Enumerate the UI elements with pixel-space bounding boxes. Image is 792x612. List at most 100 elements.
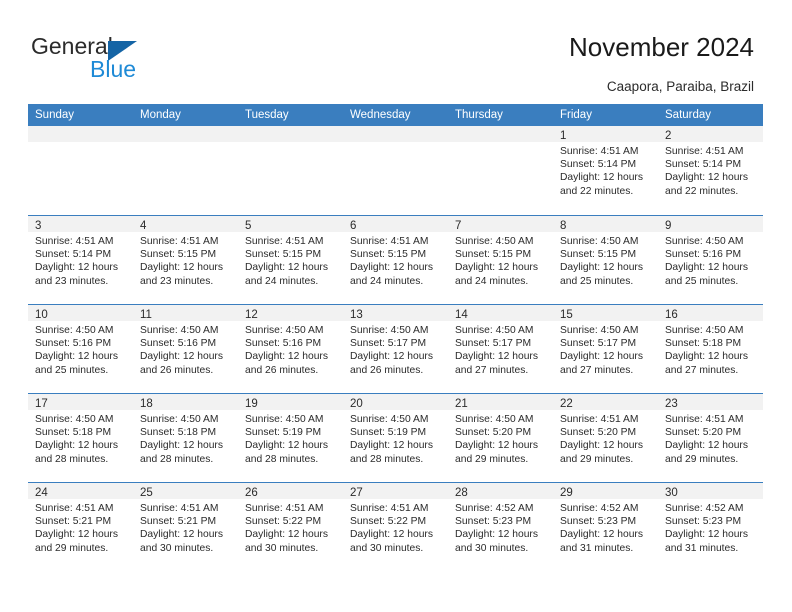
sunset-text: Sunset: 5:23 PM bbox=[665, 516, 742, 528]
calendar-day-cell[interactable]: 30 Sunrise: 4:52 AM Sunset: 5:23 PM Dayligh… bbox=[658, 483, 763, 571]
calendar-day-cell[interactable]: 18 Sunrise: 4:50 AM Sunset: 5:18 PM Dayligh… bbox=[133, 394, 238, 482]
day-number: 21 bbox=[455, 398, 468, 410]
general-blue-logo[interactable]: General Blue bbox=[31, 33, 231, 85]
sunrise-text: Sunrise: 4:50 AM bbox=[560, 236, 639, 247]
day-details: Sunrise: 4:50 AM Sunset: 5:20 PM Daylight:… bbox=[448, 410, 553, 466]
day-number-band: 11 bbox=[133, 305, 238, 321]
sunrise-text: Sunrise: 4:51 AM bbox=[665, 414, 744, 425]
calendar-day-cell[interactable]: 25 Sunrise: 4:51 AM Sunset: 5:21 PM Dayligh… bbox=[133, 483, 238, 571]
day-number-band: 15 bbox=[553, 305, 658, 321]
day-number: 26 bbox=[245, 487, 258, 499]
calendar-day-cell[interactable]: 16 Sunrise: 4:50 AM Sunset: 5:18 PM Dayligh… bbox=[658, 305, 763, 393]
calendar-day-cell[interactable]: 28 Sunrise: 4:52 AM Sunset: 5:23 PM Dayligh… bbox=[448, 483, 553, 571]
calendar-day-cell[interactable]: 27 Sunrise: 4:51 AM Sunset: 5:22 PM Dayligh… bbox=[343, 483, 448, 571]
day-details: Sunrise: 4:52 AM Sunset: 5:23 PM Daylight:… bbox=[553, 499, 658, 555]
calendar-day-cell[interactable]: 11 Sunrise: 4:50 AM Sunset: 5:16 PM Dayligh… bbox=[133, 305, 238, 393]
calendar-day-cell[interactable]: 9 Sunrise: 4:50 AM Sunset: 5:16 PM Daylight… bbox=[658, 216, 763, 304]
day-details: Sunrise: 4:51 AM Sunset: 5:20 PM Daylight:… bbox=[658, 410, 763, 466]
calendar-day-cell[interactable]: 7 Sunrise: 4:50 AM Sunset: 5:15 PM Daylight… bbox=[448, 216, 553, 304]
daylight-text-line2: and 27 minutes. bbox=[665, 364, 739, 376]
sunrise-text: Sunrise: 4:51 AM bbox=[35, 503, 114, 514]
page-title: November 2024 bbox=[569, 32, 754, 62]
page-header: General Blue November 2024 Caapora, Para… bbox=[0, 0, 792, 104]
sunset-text: Sunset: 5:20 PM bbox=[665, 427, 742, 439]
sunset-text: Sunset: 5:21 PM bbox=[35, 516, 112, 528]
calendar-day-cell[interactable]: 8 Sunrise: 4:50 AM Sunset: 5:15 PM Daylight… bbox=[553, 216, 658, 304]
calendar-day-cell[interactable]: 24 Sunrise: 4:51 AM Sunset: 5:21 PM Dayligh… bbox=[28, 483, 133, 571]
daylight-text-line2: and 25 minutes. bbox=[35, 364, 109, 376]
weekday-friday: Friday bbox=[560, 109, 592, 121]
daylight-text-line1: Daylight: 12 hours bbox=[560, 529, 643, 541]
day-number: 5 bbox=[245, 220, 252, 232]
daylight-text-line1: Daylight: 12 hours bbox=[455, 440, 538, 452]
daylight-text-line1: Daylight: 12 hours bbox=[560, 172, 643, 184]
day-number-band: 6 bbox=[343, 216, 448, 232]
day-number-band bbox=[133, 126, 238, 142]
sunrise-text: Sunrise: 4:50 AM bbox=[35, 414, 114, 425]
day-details: Sunrise: 4:51 AM Sunset: 5:15 PM Daylight:… bbox=[133, 232, 238, 288]
calendar-day-cell[interactable]: 13 Sunrise: 4:50 AM Sunset: 5:17 PM Dayligh… bbox=[343, 305, 448, 393]
day-number: 19 bbox=[245, 398, 258, 410]
calendar-day-cell-empty bbox=[343, 126, 448, 215]
sunset-text: Sunset: 5:18 PM bbox=[35, 427, 112, 439]
daylight-text-line2: and 27 minutes. bbox=[455, 364, 529, 376]
sunrise-text: Sunrise: 4:50 AM bbox=[560, 325, 639, 336]
daylight-text-line2: and 25 minutes. bbox=[665, 275, 739, 287]
day-number: 20 bbox=[350, 398, 363, 410]
sunrise-text: Sunrise: 4:50 AM bbox=[455, 325, 534, 336]
calendar-week-row: 17 Sunrise: 4:50 AM Sunset: 5:18 PM Dayligh… bbox=[28, 393, 763, 482]
calendar-page: General Blue November 2024 Caapora, Para… bbox=[0, 0, 792, 612]
daylight-text-line2: and 23 minutes. bbox=[35, 275, 109, 287]
calendar-day-cell[interactable]: 21 Sunrise: 4:50 AM Sunset: 5:20 PM Dayligh… bbox=[448, 394, 553, 482]
sunrise-text: Sunrise: 4:51 AM bbox=[350, 503, 429, 514]
sunrise-text: Sunrise: 4:51 AM bbox=[245, 236, 324, 247]
calendar-day-cell[interactable]: 26 Sunrise: 4:51 AM Sunset: 5:22 PM Dayligh… bbox=[238, 483, 343, 571]
calendar-day-cell[interactable]: 19 Sunrise: 4:50 AM Sunset: 5:19 PM Dayligh… bbox=[238, 394, 343, 482]
page-subtitle-location: Caapora, Paraiba, Brazil bbox=[606, 79, 754, 94]
day-number: 12 bbox=[245, 309, 258, 321]
daylight-text-line2: and 28 minutes. bbox=[35, 453, 109, 465]
day-number: 23 bbox=[665, 398, 678, 410]
calendar-day-cell[interactable]: 4 Sunrise: 4:51 AM Sunset: 5:15 PM Daylight… bbox=[133, 216, 238, 304]
day-details: Sunrise: 4:52 AM Sunset: 5:23 PM Daylight:… bbox=[658, 499, 763, 555]
daylight-text-line1: Daylight: 12 hours bbox=[665, 440, 748, 452]
calendar-day-cell[interactable]: 3 Sunrise: 4:51 AM Sunset: 5:14 PM Daylight… bbox=[28, 216, 133, 304]
day-details: Sunrise: 4:50 AM Sunset: 5:19 PM Daylight:… bbox=[238, 410, 343, 466]
calendar-day-cell[interactable]: 14 Sunrise: 4:50 AM Sunset: 5:17 PM Dayligh… bbox=[448, 305, 553, 393]
calendar-day-cell[interactable]: 17 Sunrise: 4:50 AM Sunset: 5:18 PM Dayligh… bbox=[28, 394, 133, 482]
calendar-day-cell[interactable]: 2 Sunrise: 4:51 AM Sunset: 5:14 PM Daylight… bbox=[658, 126, 763, 215]
sunrise-text: Sunrise: 4:51 AM bbox=[140, 236, 219, 247]
day-number-band: 14 bbox=[448, 305, 553, 321]
calendar-day-cell[interactable]: 15 Sunrise: 4:50 AM Sunset: 5:17 PM Dayligh… bbox=[553, 305, 658, 393]
daylight-text-line1: Daylight: 12 hours bbox=[350, 440, 433, 452]
calendar-day-cell[interactable]: 22 Sunrise: 4:51 AM Sunset: 5:20 PM Dayligh… bbox=[553, 394, 658, 482]
calendar-day-cell[interactable]: 10 Sunrise: 4:50 AM Sunset: 5:16 PM Dayligh… bbox=[28, 305, 133, 393]
day-number-band bbox=[238, 126, 343, 142]
daylight-text-line2: and 23 minutes. bbox=[140, 275, 214, 287]
day-number: 17 bbox=[35, 398, 48, 410]
calendar-day-cell[interactable]: 5 Sunrise: 4:51 AM Sunset: 5:15 PM Daylight… bbox=[238, 216, 343, 304]
weekday-tuesday: Tuesday bbox=[245, 109, 289, 121]
daylight-text-line2: and 30 minutes. bbox=[350, 542, 424, 554]
day-number: 9 bbox=[665, 220, 672, 232]
daylight-text-line2: and 24 minutes. bbox=[455, 275, 529, 287]
day-details: Sunrise: 4:50 AM Sunset: 5:19 PM Daylight:… bbox=[343, 410, 448, 466]
day-details: Sunrise: 4:50 AM Sunset: 5:16 PM Daylight:… bbox=[658, 232, 763, 288]
daylight-text-line2: and 28 minutes. bbox=[350, 453, 424, 465]
sunrise-text: Sunrise: 4:50 AM bbox=[140, 325, 219, 336]
daylight-text-line2: and 27 minutes. bbox=[560, 364, 634, 376]
calendar-day-cell[interactable]: 6 Sunrise: 4:51 AM Sunset: 5:15 PM Daylight… bbox=[343, 216, 448, 304]
calendar-day-cell[interactable]: 23 Sunrise: 4:51 AM Sunset: 5:20 PM Dayligh… bbox=[658, 394, 763, 482]
day-number-band: 24 bbox=[28, 483, 133, 499]
calendar-day-cell[interactable]: 20 Sunrise: 4:50 AM Sunset: 5:19 PM Dayligh… bbox=[343, 394, 448, 482]
calendar-week-row: 10 Sunrise: 4:50 AM Sunset: 5:16 PM Dayligh… bbox=[28, 304, 763, 393]
logo-text-blue: Blue bbox=[90, 56, 137, 82]
daylight-text-line2: and 29 minutes. bbox=[35, 542, 109, 554]
calendar-day-cell[interactable]: 29 Sunrise: 4:52 AM Sunset: 5:23 PM Dayligh… bbox=[553, 483, 658, 571]
calendar-day-cell[interactable]: 1 Sunrise: 4:51 AM Sunset: 5:14 PM Daylight… bbox=[553, 126, 658, 215]
calendar-day-cell[interactable]: 12 Sunrise: 4:50 AM Sunset: 5:16 PM Dayligh… bbox=[238, 305, 343, 393]
day-number: 11 bbox=[140, 309, 152, 321]
day-details: Sunrise: 4:51 AM Sunset: 5:15 PM Daylight:… bbox=[238, 232, 343, 288]
sunset-text: Sunset: 5:16 PM bbox=[35, 338, 112, 350]
calendar-day-cell-empty bbox=[28, 126, 133, 215]
